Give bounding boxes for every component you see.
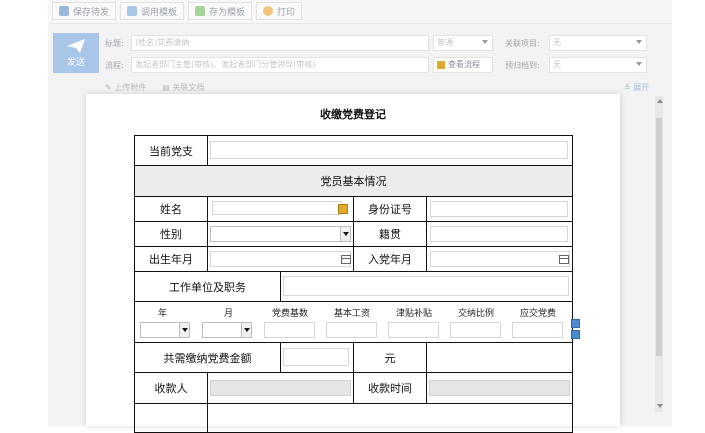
total-fee-input[interactable] (283, 348, 349, 366)
level-select[interactable]: 普通 (433, 35, 493, 51)
join-date-input[interactable] (430, 251, 570, 267)
gender-select[interactable] (210, 226, 351, 242)
template-icon (127, 6, 138, 16)
remove-row-icon[interactable] (571, 330, 580, 339)
gender-label: 性别 (134, 221, 208, 247)
chevron-down-icon (482, 40, 488, 44)
work-unit-label: 工作单位及职务 (134, 271, 281, 302)
id-number-label: 身份证号 (353, 196, 427, 222)
print-button[interactable]: 打印 (256, 2, 303, 20)
allowance-input[interactable] (388, 322, 439, 338)
total-fee-blank-cell (426, 342, 573, 373)
allowance-header: 津贴补贴 (396, 309, 433, 319)
chevron-down-icon (636, 62, 642, 66)
calendar-icon[interactable] (341, 255, 351, 264)
title-row: 标题: (姓名)党费缴纳 普通 关联项目: 无 (105, 34, 647, 52)
birth-date-input[interactable] (210, 251, 351, 267)
title-input[interactable]: (姓名)党费缴纳 (131, 35, 429, 51)
work-unit-input[interactable] (283, 276, 569, 296)
add-row-icon[interactable] (571, 319, 580, 328)
flow-icon (437, 61, 445, 69)
view-flow-button[interactable]: 查看流程 (433, 57, 493, 73)
native-place-label: 籍贯 (353, 221, 427, 247)
flow-input[interactable]: 发起者部门主管(审核)、发起者部门分管领导(审核) (131, 57, 429, 73)
next-row-cell (207, 403, 573, 433)
payee-input (210, 380, 351, 396)
due-fee-header: 应交党费 (520, 309, 557, 319)
related-project-select[interactable]: 无 (549, 35, 647, 51)
fee-base-input[interactable] (264, 322, 315, 338)
basic-info-header: 党员基本情况 (134, 165, 573, 197)
base-salary-input[interactable] (326, 322, 377, 338)
flow-row: 流程: 发起者部门主管(审核)、发起者部门分管领导(审核) 查看流程 预归档到:… (105, 56, 647, 74)
pay-ratio-header: 交纳比例 (458, 309, 495, 319)
month-select[interactable] (202, 322, 252, 338)
name-label: 姓名 (134, 196, 208, 222)
birth-date-label: 出生年月 (134, 246, 208, 272)
save-template-icon (195, 6, 206, 16)
expand-link[interactable]: ≚ 展开 (624, 82, 649, 93)
save-template-button[interactable]: 存为模板 (188, 2, 253, 20)
base-salary-header: 基本工资 (334, 309, 371, 319)
chevron-double-down-icon: ≚ (624, 83, 634, 92)
scroll-down-icon[interactable] (657, 404, 663, 408)
pay-time-input (429, 380, 570, 396)
pay-ratio-input[interactable] (450, 322, 501, 338)
join-date-label: 入党年月 (353, 246, 427, 272)
fee-base-header: 党费基数 (272, 309, 309, 319)
chevron-down-icon[interactable] (241, 323, 251, 337)
save-icon (59, 6, 69, 16)
id-number-input[interactable] (430, 201, 568, 217)
due-fee-input[interactable] (512, 322, 563, 338)
related-doc-link[interactable]: ▤ 关联文档 (162, 82, 204, 93)
load-template-button[interactable]: 调用模板 (120, 2, 185, 20)
chevron-down-icon[interactable] (340, 227, 350, 241)
native-place-input[interactable] (430, 226, 568, 242)
next-row-label-cell (134, 403, 208, 433)
calendar-icon[interactable] (559, 255, 569, 264)
yuan-label: 元 (353, 342, 427, 373)
form-title: 收缴党费登记 (320, 108, 386, 121)
attachment-bar: ✎ 上传附件 ▤ 关联文档 (105, 82, 204, 93)
pay-time-label: 收款时间 (353, 372, 427, 404)
person-picker-icon[interactable] (338, 204, 348, 214)
month-header: 月 (224, 309, 234, 319)
send-button[interactable]: 发送 (53, 33, 99, 73)
scroll-up-icon[interactable] (657, 99, 663, 103)
form-panel: 收缴党费登记 当前党支 党员基本情况 姓名 身份证号 性别 籍贯 出生年月 入党… (86, 94, 620, 433)
save-draft-button[interactable]: 保存待发 (52, 2, 117, 20)
upload-attachment-link[interactable]: ✎ 上传附件 (105, 82, 146, 93)
scrollbar[interactable] (655, 96, 663, 412)
name-input[interactable] (212, 201, 342, 215)
current-branch-label: 当前党支 (134, 135, 208, 166)
chevron-down-icon (636, 40, 642, 44)
year-select[interactable] (140, 322, 190, 338)
payee-label: 收款人 (134, 372, 208, 404)
scrollbar-thumb[interactable] (656, 118, 662, 356)
year-header: 年 (158, 309, 168, 319)
paper-plane-icon (67, 39, 85, 53)
print-icon (263, 6, 274, 16)
paperclip-icon: ✎ (105, 83, 115, 92)
archive-select[interactable]: 无 (549, 57, 647, 73)
current-branch-input[interactable] (210, 141, 568, 159)
document-icon: ▤ (162, 83, 173, 92)
total-fee-label: 共需缴纳党费金额 (134, 342, 281, 373)
toolbar: 保存待发 调用模板 存为模板 打印 (48, 0, 672, 24)
chevron-down-icon[interactable] (179, 323, 189, 337)
